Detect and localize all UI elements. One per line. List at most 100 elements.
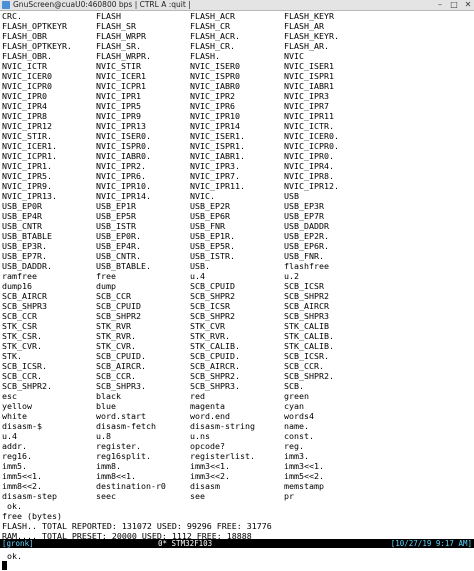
word-entry: SCB_SHPR3. <box>190 381 240 391</box>
word-entry: NVIC_IPR10 <box>190 111 240 121</box>
word-entry: NVIC_ISPR0 <box>190 71 240 81</box>
word-entry: USB_EP3R <box>284 201 324 211</box>
word-entry: SCB_CCR. <box>284 361 324 371</box>
prompt-line <box>2 561 472 571</box>
word-entry: u.2 <box>284 271 299 281</box>
word-entry: USB_FNR. <box>284 251 324 261</box>
word-entry: NVIC_IPR10. <box>96 181 151 191</box>
word-entry: NVIC_IPR0. <box>284 151 334 161</box>
word-entry: NVIC_ICER0 <box>2 71 52 81</box>
word-entry: FLASH_OBR <box>2 31 47 41</box>
window-label[interactable]: 0* STM32F103 <box>158 539 212 548</box>
word-entry: STK_CALIB. <box>284 341 334 351</box>
minimize-button[interactable]: – <box>436 0 444 10</box>
word-entry: NVIC_STIR. <box>2 131 52 141</box>
word-entry: dump <box>96 281 116 291</box>
word-entry: SCB_AIRCR. <box>96 361 146 371</box>
word-entry: NVIC_IPR3. <box>190 161 240 171</box>
word-entry: CRC. <box>2 11 22 21</box>
word-entry: imm5. <box>2 461 27 471</box>
word-entry: FLASH_WRPR. <box>96 51 151 61</box>
window-titlebar[interactable]: GnuScreen@cuaU0:460800 bps | CTRL A :qui… <box>0 0 474 11</box>
word-entry: SCB_AIRCR <box>284 301 329 311</box>
word-entry: STK_CALIB. <box>190 341 240 351</box>
word-entry: magenta <box>190 401 225 411</box>
close-button[interactable]: ✕ <box>464 0 472 10</box>
word-entry: STK_CVR. <box>96 341 136 351</box>
word-entry: SCB_AIRCR. <box>190 361 240 371</box>
word-entry: NVIC_IPR7 <box>284 101 329 111</box>
word-entry: NVIC_ISER0. <box>96 131 151 141</box>
word-entry: seec <box>96 491 116 501</box>
word-entry: memstamp <box>284 481 324 491</box>
word-entry: u.4 <box>190 271 205 281</box>
word-entry: STK_CALIB <box>284 321 329 331</box>
maximize-button[interactable]: □ <box>450 0 458 10</box>
word-entry: NVIC_IPR5 <box>96 101 141 111</box>
word-entry: disasm <box>190 481 220 491</box>
word-entry: blue <box>96 401 116 411</box>
output-line: ok. <box>2 501 22 511</box>
word-entry: NVIC_ISER0 <box>190 61 240 71</box>
status-datetime: [10/27/19 9:17 AM] <box>390 539 472 548</box>
output-line: free (bytes) <box>2 511 62 521</box>
word-entry: NVIC_IPR2. <box>96 161 146 171</box>
word-entry: green <box>284 391 309 401</box>
word-entry: imm5<<2. <box>284 471 324 481</box>
word-entry: USB_EP3R. <box>2 241 47 251</box>
word-entry: NVIC_IPR14. <box>96 191 151 201</box>
word-entry: USB_FNR <box>190 221 225 231</box>
word-entry: SCB_CCR <box>2 311 37 321</box>
word-entry: FLASH_OPTKEYR <box>2 21 67 31</box>
word-entry: STK_RVR <box>96 321 131 331</box>
word-entry: FLASH_KEYR <box>284 11 334 21</box>
command-output: ok. free (bytes) FLASH.. TOTAL REPORTED: 1… <box>2 501 472 571</box>
word-entry: FLASH_AR. <box>284 41 329 51</box>
word-entry: STK_CVR <box>190 321 225 331</box>
word-entry: addr. <box>2 441 27 451</box>
word-entry: USB_EP5R <box>96 211 136 221</box>
terminal-output[interactable]: CRC. FLASH FLASH_ACR FLASH_KEYR FLASH_OPTKEY… <box>2 11 472 570</box>
text-cursor <box>2 561 7 570</box>
word-entry: NVIC_IPR11. <box>190 181 245 191</box>
word-entry: SCB_SHPR3 <box>2 301 47 311</box>
word-entry: reg16split. <box>96 451 151 461</box>
word-entry: USB_CNTR. <box>96 251 141 261</box>
word-entry: SCB_CPUID <box>96 301 141 311</box>
word-entry: FLASH_OBR. <box>2 51 52 61</box>
word-entry: USB_DADDR. <box>2 261 52 271</box>
word-entry: name. <box>284 421 309 431</box>
word-entry: NVIC_IPR5. <box>2 171 52 181</box>
word-entry: NVIC_IPR12. <box>284 181 339 191</box>
word-entry: SCB_SHPR2 <box>190 311 235 321</box>
word-entry: USB_BTABLE. <box>96 261 151 271</box>
word-entry: SCB_CPUID. <box>96 351 146 361</box>
word-entry: SCB_SHPR2. <box>2 381 52 391</box>
word-entry: NVIC_IPR14 <box>190 121 240 131</box>
words-list: CRC. FLASH FLASH_ACR FLASH_KEYR FLASH_OPTKEY… <box>2 11 472 501</box>
word-entry: SCB. <box>284 381 304 391</box>
word-entry: black <box>96 391 121 401</box>
word-entry: NVIC_IPR8. <box>284 171 334 181</box>
word-entry: NVIC_IPR13. <box>2 191 57 201</box>
word-entry: NVIC_IPR6. <box>96 171 146 181</box>
word-entry: STK. <box>2 351 22 361</box>
word-entry: USB_EP2R. <box>284 231 329 241</box>
word-entry: NVIC_ICER0. <box>284 131 339 141</box>
word-entry: USB_EP4R. <box>96 241 141 251</box>
word-entry: NVIC_ISPR1 <box>284 71 334 81</box>
word-entry: FLASH_AR <box>284 21 324 31</box>
word-entry: reg16. <box>2 451 32 461</box>
word-entry: USB_EP7R <box>284 211 324 221</box>
word-entry: USB_EP0R. <box>96 231 141 241</box>
word-entry: STK_CSR <box>2 321 37 331</box>
word-entry: STK_CALIB. <box>284 331 334 341</box>
word-entry: SCB_CPUID <box>190 281 235 291</box>
word-entry: SCB_ICSR. <box>284 351 329 361</box>
word-entry: reg. <box>284 441 304 451</box>
word-entry: STK_RVR. <box>96 331 136 341</box>
word-entry: destination-r0 <box>96 481 166 491</box>
word-entry: SCB_SHPR2 <box>96 311 141 321</box>
word-entry: NVIC_STIR <box>96 61 141 71</box>
word-entry: imm8<<2. <box>2 481 42 491</box>
